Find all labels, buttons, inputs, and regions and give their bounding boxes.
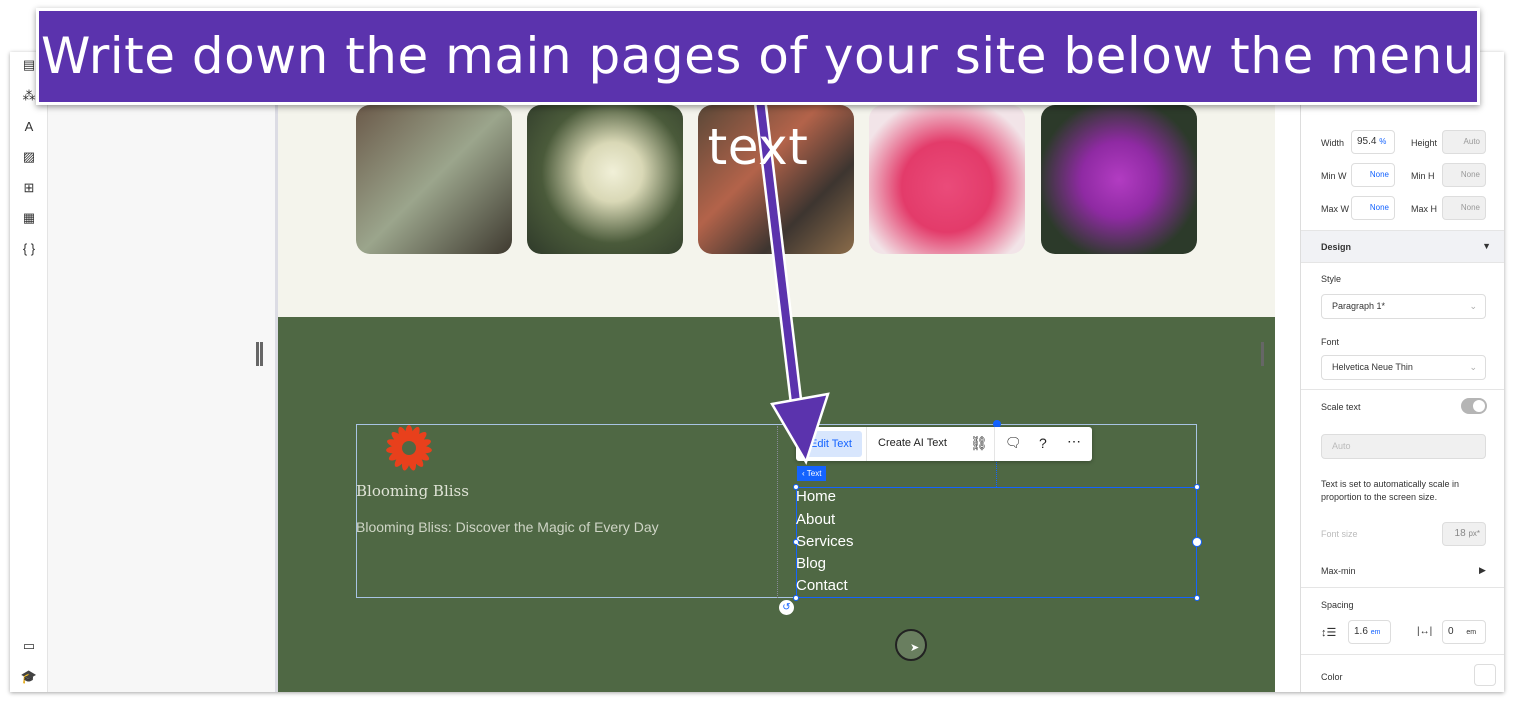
annotation-banner: Write down the main pages of your site b… [36,8,1480,176]
